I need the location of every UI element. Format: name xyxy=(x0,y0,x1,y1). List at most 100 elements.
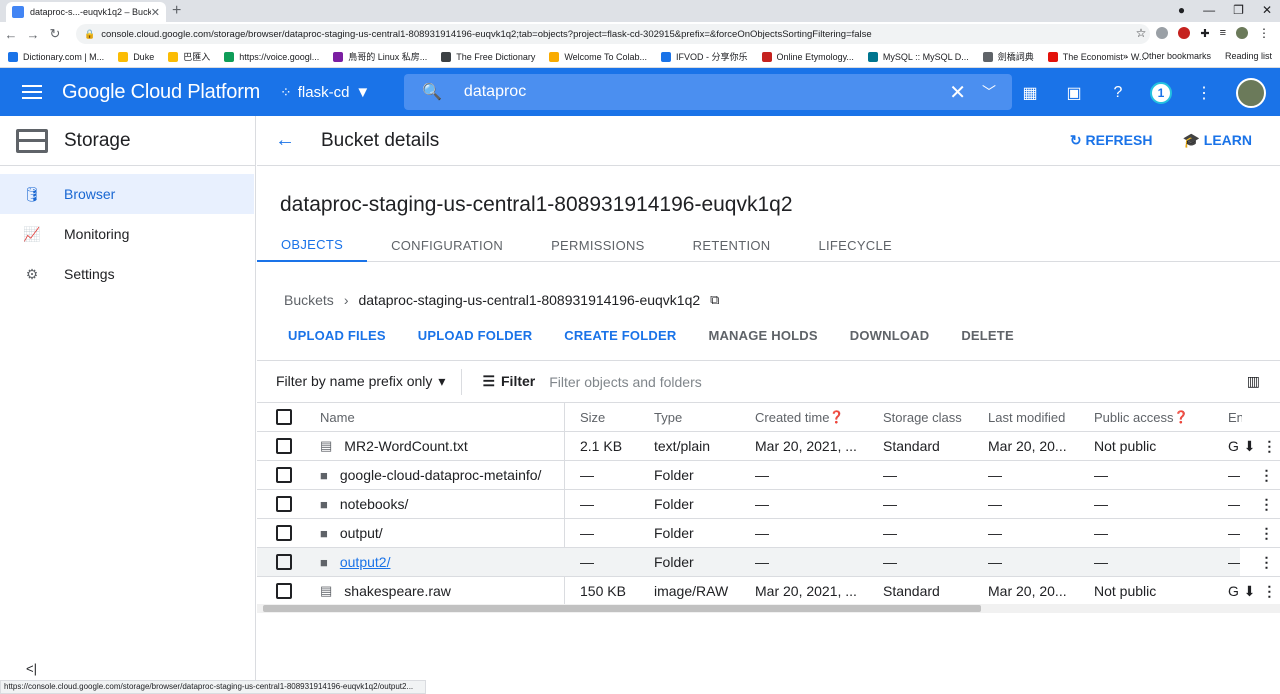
help-icon[interactable]: ❓ xyxy=(1173,410,1188,424)
project-selector[interactable]: ⁘ flask-cd ▼ xyxy=(280,84,370,101)
more-vert-icon[interactable]: ⋮ xyxy=(1260,467,1274,484)
extension-icon[interactable] xyxy=(1156,27,1169,39)
more-vert-icon[interactable]: ⋮ xyxy=(1260,496,1274,513)
object-name-link[interactable]: output/ xyxy=(340,525,383,541)
scrollbar-thumb[interactable] xyxy=(263,605,981,612)
column-header-size[interactable]: Size xyxy=(580,403,652,431)
reload-icon[interactable]: ↻ xyxy=(44,26,66,42)
bookmark-item[interactable]: 巴匯入 xyxy=(168,50,210,63)
sidebar-item-settings[interactable]: ⚙ Settings xyxy=(0,254,255,294)
avatar[interactable] xyxy=(1236,78,1266,108)
row-checkbox[interactable] xyxy=(276,554,292,570)
manage-holds-button[interactable]: MANAGE HOLDS xyxy=(708,328,817,343)
breadcrumb-buckets-link[interactable]: Buckets xyxy=(284,292,334,308)
notifications-badge[interactable]: 1 xyxy=(1150,82,1172,104)
more-vert-icon[interactable]: ⋮ xyxy=(1192,81,1216,105)
upload-files-button[interactable]: UPLOAD FILES xyxy=(288,328,386,343)
object-name-link[interactable]: output2/ xyxy=(340,554,391,570)
refresh-button[interactable]: ↻ REFRESH xyxy=(1070,132,1153,149)
cloud-shell-icon[interactable]: ▣ xyxy=(1062,81,1086,105)
create-folder-button[interactable]: CREATE FOLDER xyxy=(564,328,676,343)
back-arrow-icon[interactable]: ← xyxy=(275,129,295,152)
other-bookmarks-folder[interactable]: Other bookmarks xyxy=(1142,51,1211,61)
bookmark-item[interactable]: MySQL :: MySQL D... xyxy=(867,51,969,62)
bookmark-item[interactable]: Online Etymology... xyxy=(761,51,854,62)
filter-mode-select[interactable]: Filter by name prefix only ▾ xyxy=(276,373,445,390)
row-checkbox[interactable] xyxy=(276,467,292,483)
back-nav-icon[interactable]: ← xyxy=(0,27,22,42)
close-window-icon[interactable]: ✕ xyxy=(1262,3,1272,17)
object-name-cell[interactable]: ■ notebooks/ xyxy=(320,490,564,518)
bookmark-item[interactable]: Welcome To Colab... xyxy=(549,51,647,62)
bookmark-item[interactable]: The Free Dictionary xyxy=(441,51,535,62)
help-icon[interactable]: ❓ xyxy=(829,410,844,424)
tab-retention[interactable]: RETENTION xyxy=(669,228,795,262)
close-tab-icon[interactable]: ✕ xyxy=(151,6,160,19)
more-vert-icon[interactable]: ⋮ xyxy=(1260,554,1274,571)
object-name-link[interactable]: google-cloud-dataproc-metainfo/ xyxy=(340,467,542,483)
column-header-created-time[interactable]: Created time ❓ xyxy=(755,403,881,431)
tab-permissions[interactable]: PERMISSIONS xyxy=(527,228,669,262)
row-checkbox[interactable] xyxy=(276,525,292,541)
column-header-en[interactable]: En xyxy=(1228,403,1242,431)
object-name-link[interactable]: shakespeare.raw xyxy=(344,583,451,599)
object-name-cell[interactable]: ■ output2/ xyxy=(320,548,564,576)
bookmarks-more-button[interactable]: » xyxy=(1123,51,1128,61)
row-checkbox[interactable] xyxy=(276,438,292,454)
filter-input[interactable]: Filter objects and folders xyxy=(549,374,702,390)
profile-avatar-icon[interactable] xyxy=(1236,27,1248,39)
sidebar-item-monitoring[interactable]: 📈 Monitoring xyxy=(0,214,255,254)
object-name-cell[interactable]: ▤ shakespeare.raw xyxy=(320,577,564,605)
tab-lifecycle[interactable]: LIFECYCLE xyxy=(794,228,916,262)
extension-icon[interactable] xyxy=(1178,27,1191,39)
tab-configuration[interactable]: CONFIGURATION xyxy=(367,228,527,262)
new-tab-icon[interactable]: + xyxy=(172,2,181,20)
search-input[interactable]: dataproc xyxy=(464,83,949,101)
profile-dot-icon[interactable]: ● xyxy=(1178,3,1185,17)
object-name-cell[interactable]: ▤ MR2-WordCount.txt xyxy=(320,432,564,460)
delete-button[interactable]: DELETE xyxy=(961,328,1013,343)
download-icon[interactable]: ⬇ xyxy=(1244,583,1256,600)
hamburger-menu-icon[interactable] xyxy=(22,85,42,99)
row-checkbox[interactable] xyxy=(276,583,292,599)
download-button[interactable]: DOWNLOAD xyxy=(850,328,930,343)
bookmark-item[interactable]: Duke xyxy=(118,51,154,62)
maximize-icon[interactable]: ❐ xyxy=(1233,3,1244,17)
collapse-sidebar-icon[interactable]: <| xyxy=(26,661,37,676)
horizontal-scrollbar[interactable] xyxy=(257,604,1280,613)
sidebar-item-browser[interactable]: 🛢 Browser xyxy=(0,174,254,214)
download-icon[interactable]: ⬇ xyxy=(1244,438,1256,455)
browser-tab[interactable]: dataproc-s...-euqvk1q2 – Bucket ✕ xyxy=(6,2,166,22)
copy-icon[interactable]: ⧉ xyxy=(710,292,719,308)
more-vert-icon[interactable]: ⋮ xyxy=(1262,583,1276,600)
learn-button[interactable]: 🎓 LEARN xyxy=(1182,132,1252,149)
object-name-cell[interactable]: ■ google-cloud-dataproc-metainfo/ xyxy=(320,461,564,489)
more-vert-icon[interactable]: ⋮ xyxy=(1262,438,1276,455)
bookmark-item[interactable]: 鳥哥的 Linux 私房... xyxy=(333,50,427,63)
clear-search-icon[interactable]: ✕ xyxy=(949,80,966,105)
puzzle-icon[interactable]: ✚ xyxy=(1200,27,1209,40)
bookmark-star-icon[interactable]: ☆ xyxy=(1136,26,1147,40)
tab-objects[interactable]: OBJECTS xyxy=(257,228,368,262)
bookmark-item[interactable]: Dictionary.com | M... xyxy=(8,51,104,62)
upload-folder-button[interactable]: UPLOAD FOLDER xyxy=(418,328,533,343)
object-name-cell[interactable]: ■ output/ xyxy=(320,519,564,547)
bookmark-item[interactable]: https://voice.googl... xyxy=(224,51,319,62)
bookmark-item[interactable]: IFVOD - 分享你乐 xyxy=(661,50,748,63)
object-name-link[interactable]: MR2-WordCount.txt xyxy=(344,438,467,454)
brand-title[interactable]: Google Cloud Platform xyxy=(62,81,260,104)
column-header-storage-class[interactable]: Storage class xyxy=(883,403,987,431)
forward-nav-icon[interactable]: → xyxy=(22,27,44,42)
reading-list-button[interactable]: Reading list xyxy=(1225,51,1272,61)
column-header-public-access[interactable]: Public access ❓ xyxy=(1094,403,1228,431)
help-icon[interactable]: ? xyxy=(1106,81,1130,105)
gift-icon[interactable]: ▦ xyxy=(1018,81,1042,105)
bookmark-item[interactable]: 劍橋詞典 xyxy=(982,50,1034,63)
chrome-menu-icon[interactable]: ⋮ xyxy=(1258,26,1270,40)
more-vert-icon[interactable]: ⋮ xyxy=(1260,525,1274,542)
object-name-link[interactable]: notebooks/ xyxy=(340,496,409,512)
url-field[interactable]: 🔒 console.cloud.google.com/storage/brows… xyxy=(76,24,1150,44)
column-header-name[interactable]: Name xyxy=(320,403,564,431)
media-icon[interactable]: ≡ xyxy=(1220,27,1226,39)
minimize-icon[interactable]: — xyxy=(1203,3,1215,17)
